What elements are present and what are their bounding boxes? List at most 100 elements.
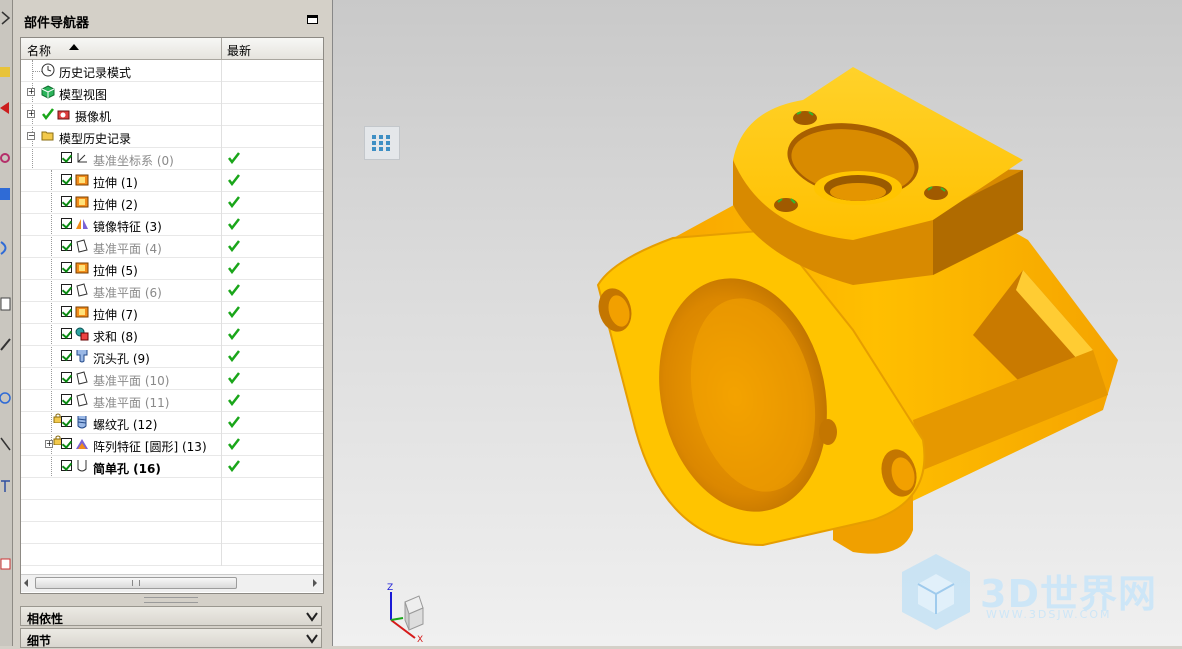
feature-extrude[interactable]: 拉伸 (1) xyxy=(21,170,323,192)
chevron-down-icon[interactable] xyxy=(305,632,319,645)
mirror-icon xyxy=(76,219,88,229)
visibility-checkbox[interactable] xyxy=(61,284,72,295)
visibility-checkbox[interactable] xyxy=(61,196,72,207)
scroll-left-arrow-icon[interactable] xyxy=(24,579,28,587)
toolbar-icon[interactable] xyxy=(0,390,11,406)
visibility-checkbox[interactable] xyxy=(61,328,72,339)
feature-datum-csys[interactable]: 基准坐标系 (0) xyxy=(21,148,323,170)
up-to-date-check-icon xyxy=(228,152,240,164)
simple-hole-icon xyxy=(77,460,87,472)
toolbar-icon[interactable] xyxy=(0,64,11,80)
tree-node-model-views[interactable]: + 模型视图 xyxy=(21,82,323,104)
tree-node-history-mode[interactable]: 历史记录模式 xyxy=(21,60,323,82)
details-title: 细节 xyxy=(27,634,52,648)
empty-row xyxy=(21,522,323,544)
feature-pattern[interactable]: + 阵列特征 [圆形] (13) xyxy=(21,434,323,456)
toolbar-icon[interactable] xyxy=(0,336,11,352)
feature-counterbore-hole[interactable]: 沉头孔 (9) xyxy=(21,346,323,368)
tree-node-camera[interactable]: + 摄像机 xyxy=(21,104,323,126)
navigator-title: 部件导航器 xyxy=(24,16,90,31)
panel-splitter[interactable] xyxy=(144,597,198,603)
collapse-toggle[interactable]: − xyxy=(27,132,35,140)
visibility-checkbox[interactable] xyxy=(61,152,72,163)
feature-datum-plane[interactable]: 基准平面 (4) xyxy=(21,236,323,258)
dependencies-panel-header[interactable]: 相依性 xyxy=(20,606,322,626)
visibility-checkbox[interactable] xyxy=(61,174,72,185)
up-to-date-check-icon xyxy=(228,416,240,428)
visibility-checkbox[interactable] xyxy=(61,460,72,471)
up-to-date-check-icon xyxy=(228,174,240,186)
feature-extrude[interactable]: 拉伸 (2) xyxy=(21,192,323,214)
tree-node-label: 历史记录模式 xyxy=(59,66,132,80)
feature-datum-plane[interactable]: 基准平面 (6) xyxy=(21,280,323,302)
expand-toggle[interactable]: + xyxy=(27,110,35,118)
feature-threaded-hole[interactable]: 螺纹孔 (12) xyxy=(21,412,323,434)
toolbar-icon[interactable] xyxy=(0,478,11,494)
chevron-down-icon[interactable] xyxy=(305,610,319,623)
graphics-viewport[interactable]: Z X 3D世界网 WWW.3DSJW.COM xyxy=(333,0,1182,646)
counterbore-hole-icon xyxy=(76,350,88,363)
3d-part-model[interactable] xyxy=(333,0,1182,646)
dependencies-title: 相依性 xyxy=(27,612,64,626)
up-to-date-check-icon xyxy=(228,438,240,450)
expand-toggle[interactable]: + xyxy=(27,88,35,96)
visibility-checkbox[interactable] xyxy=(61,438,72,449)
visibility-checkbox[interactable] xyxy=(61,350,72,361)
feature-label: 螺纹孔 (12) xyxy=(93,418,158,432)
check-icon xyxy=(42,108,54,121)
empty-row xyxy=(21,478,323,500)
feature-extrude[interactable]: 拉伸 (7) xyxy=(21,302,323,324)
toolbar-icon[interactable] xyxy=(0,186,11,202)
extrude-icon xyxy=(75,262,89,274)
toolbar-icon[interactable] xyxy=(0,556,11,572)
up-to-date-check-icon xyxy=(228,284,240,296)
tree-node-label: 摄像机 xyxy=(75,110,112,124)
extrude-icon xyxy=(75,306,89,318)
extrude-icon xyxy=(75,174,89,186)
visibility-checkbox[interactable] xyxy=(61,262,72,273)
details-panel-header[interactable]: 细节 xyxy=(20,628,322,648)
visibility-checkbox[interactable] xyxy=(61,372,72,383)
feature-datum-plane[interactable]: 基准平面 (11) xyxy=(21,390,323,412)
toolbar-icon[interactable] xyxy=(0,10,11,26)
horizontal-scrollbar[interactable] xyxy=(21,574,323,592)
feature-label: 阵列特征 [圆形] (13) xyxy=(93,440,207,454)
datum-plane-icon xyxy=(76,283,88,297)
empty-row xyxy=(21,500,323,522)
orientation-triad: Z X xyxy=(387,583,424,644)
column-header-latest[interactable]: 最新 xyxy=(227,42,251,59)
expand-toggle[interactable]: + xyxy=(45,440,53,448)
feature-label: 沉头孔 (9) xyxy=(93,352,150,366)
visibility-checkbox[interactable] xyxy=(61,306,72,317)
datum-plane-icon xyxy=(76,393,88,407)
tree-header: 名称 最新 xyxy=(21,38,323,60)
tree-node-model-history[interactable]: − 模型历史记录 xyxy=(21,126,323,148)
feature-unite[interactable]: 求和 (8) xyxy=(21,324,323,346)
feature-datum-plane[interactable]: 基准平面 (10) xyxy=(21,368,323,390)
feature-mirror[interactable]: 镜像特征 (3) xyxy=(21,214,323,236)
toolbar-icon[interactable] xyxy=(0,100,11,116)
up-to-date-check-icon xyxy=(228,262,240,274)
toolbar-icon[interactable] xyxy=(0,296,11,312)
toolbar-icon[interactable] xyxy=(0,240,11,256)
axis-x-label: X xyxy=(417,635,423,644)
feature-label: 拉伸 (2) xyxy=(93,198,138,212)
feature-label: 基准坐标系 (0) xyxy=(93,154,174,168)
visibility-checkbox[interactable] xyxy=(61,218,72,229)
scroll-right-arrow-icon[interactable] xyxy=(313,579,317,587)
feature-simple-hole[interactable]: 简单孔 (16) xyxy=(21,456,323,478)
pattern-icon xyxy=(76,439,88,449)
model-view-icon xyxy=(41,85,55,99)
visibility-checkbox[interactable] xyxy=(61,240,72,251)
toolbar-icon[interactable] xyxy=(0,150,11,166)
feature-extrude[interactable]: 拉伸 (5) xyxy=(21,258,323,280)
up-to-date-check-icon xyxy=(228,218,240,230)
visibility-checkbox[interactable] xyxy=(61,394,72,405)
maximize-icon[interactable] xyxy=(307,15,318,24)
navigator-tree[interactable]: 名称 最新 历史记录模式 + 模型视图 + 摄像机 − 模型历史记录 基准坐标系… xyxy=(20,37,324,594)
toolbar-icon[interactable] xyxy=(0,436,11,452)
visibility-checkbox[interactable] xyxy=(61,416,72,427)
column-header-name[interactable]: 名称 xyxy=(27,42,51,59)
feature-label: 基准平面 (4) xyxy=(93,242,162,256)
scrollbar-thumb[interactable] xyxy=(35,577,237,589)
